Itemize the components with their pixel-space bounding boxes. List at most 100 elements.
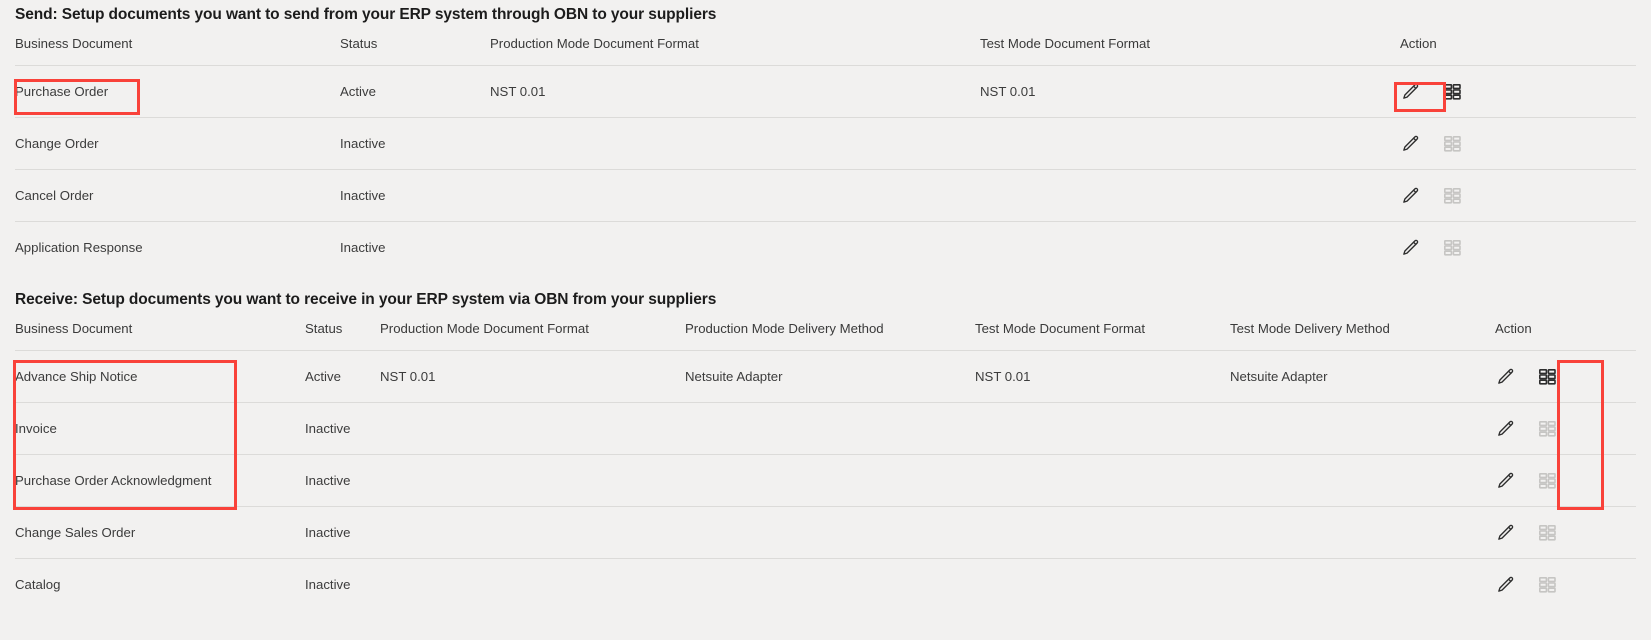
grid-icon: [1442, 134, 1462, 154]
action-buttons: [1495, 367, 1636, 387]
receive-cell-action: [1495, 454, 1636, 507]
send-header-row: Business Document Status Production Mode…: [15, 36, 1636, 66]
send-col-status: Status: [340, 36, 490, 66]
receive-cell-test-mode-delivery-method: [1230, 454, 1495, 507]
receive-header-row: Business Document Status Production Mode…: [15, 321, 1636, 351]
grid-icon: [1442, 238, 1462, 258]
receive-cell-status: Active: [305, 350, 380, 403]
receive-cell-test-mode-delivery-method: [1230, 506, 1495, 559]
pencil-icon[interactable]: [1495, 575, 1515, 595]
receive-cell-action: [1495, 559, 1636, 611]
send-col-action: Action: [1400, 36, 1636, 66]
action-buttons: [1495, 419, 1636, 439]
receive-cell-production-mode-document-format: [380, 559, 685, 611]
send-col-business-document: Business Document: [15, 36, 340, 66]
send-cell-test-mode-document-format: [980, 117, 1400, 170]
send-col-test-mode-document-format: Test Mode Document Format: [980, 36, 1400, 66]
receive-cell-test-mode-delivery-method: [1230, 559, 1495, 611]
receive-cell-business-document: Invoice: [15, 402, 305, 455]
grid-icon: [1537, 471, 1557, 491]
send-cell-test-mode-document-format: [980, 222, 1400, 274]
pencil-icon[interactable]: [1400, 82, 1420, 102]
action-buttons: [1400, 134, 1636, 154]
grid-icon: [1442, 186, 1462, 206]
receive-cell-action: [1495, 506, 1636, 559]
grid-icon[interactable]: [1442, 82, 1462, 102]
send-col-production-mode-document-format: Production Mode Document Format: [490, 36, 980, 66]
receive-cell-production-mode-delivery-method: [685, 506, 975, 559]
action-buttons: [1400, 186, 1636, 206]
receive-cell-test-mode-document-format: [975, 454, 1230, 507]
receive-cell-production-mode-document-format: [380, 506, 685, 559]
send-cell-production-mode-document-format: [490, 222, 980, 274]
receive-cell-production-mode-delivery-method: [685, 454, 975, 507]
receive-cell-status: Inactive: [305, 454, 380, 507]
grid-icon: [1537, 419, 1557, 439]
receive-cell-status: Inactive: [305, 577, 351, 592]
table-row: Purchase Order Active NST 0.01 NST 0.01: [15, 65, 1636, 118]
receive-col-production-mode-delivery-method: Production Mode Delivery Method: [685, 321, 975, 351]
receive-col-status: Status: [305, 321, 380, 351]
receive-cell-test-mode-document-format: [975, 506, 1230, 559]
send-cell-business-document: Application Response: [15, 240, 143, 255]
send-cell-production-mode-document-format: [490, 117, 980, 170]
send-cell-business-document: Change Order: [15, 117, 340, 170]
send-cell-business-document: Purchase Order: [15, 65, 340, 118]
send-cell-action: [1400, 117, 1636, 170]
document-setup-page: Send: Setup documents you want to send f…: [0, 0, 1651, 640]
send-cell-action: [1400, 65, 1636, 118]
send-cell-test-mode-document-format: [980, 169, 1400, 222]
send-cell-production-mode-document-format: [490, 169, 980, 222]
receive-col-production-mode-document-format: Production Mode Document Format: [380, 321, 685, 351]
action-buttons: [1495, 471, 1636, 491]
pencil-icon[interactable]: [1495, 419, 1515, 439]
receive-cell-test-mode-delivery-method: [1230, 402, 1495, 455]
receive-cell-production-mode-delivery-method: [685, 559, 975, 611]
table-row: Invoice Inactive: [15, 402, 1636, 455]
send-cell-action: [1400, 222, 1636, 274]
receive-cell-production-mode-document-format: [380, 454, 685, 507]
pencil-icon[interactable]: [1400, 134, 1420, 154]
send-cell-production-mode-document-format: NST 0.01: [490, 65, 980, 118]
send-cell-status: Active: [340, 65, 490, 118]
send-cell-test-mode-document-format: NST 0.01: [980, 65, 1400, 118]
receive-cell-test-mode-document-format: NST 0.01: [975, 350, 1230, 403]
action-buttons: [1400, 82, 1636, 102]
receive-cell-action: [1495, 350, 1636, 403]
grid-icon[interactable]: [1537, 367, 1557, 387]
action-buttons: [1400, 238, 1636, 258]
grid-icon: [1537, 523, 1557, 543]
send-section-title: Send: Setup documents you want to send f…: [15, 6, 717, 23]
receive-cell-test-mode-document-format: [975, 559, 1230, 611]
receive-cell-status: Inactive: [305, 402, 380, 455]
send-documents-table: Business Document Status Production Mode…: [15, 36, 1636, 273]
action-buttons: [1495, 575, 1636, 595]
grid-icon: [1537, 575, 1557, 595]
send-cell-business-document: Cancel Order: [15, 169, 340, 222]
receive-cell-production-mode-delivery-method: Netsuite Adapter: [685, 350, 975, 403]
pencil-icon[interactable]: [1400, 238, 1420, 258]
receive-table-body: Advance Ship Notice Active NST 0.01 Netsuit…: [15, 350, 1636, 611]
receive-cell-production-mode-document-format: NST 0.01: [380, 350, 685, 403]
receive-documents-table: Business Document Status Production Mode…: [15, 321, 1636, 610]
receive-col-action: Action: [1495, 321, 1636, 351]
send-cell-status: Inactive: [340, 240, 386, 255]
table-row: Purchase Order Acknowledgment Inactive: [15, 454, 1636, 507]
pencil-icon[interactable]: [1495, 523, 1515, 543]
table-row: Cancel Order Inactive: [15, 169, 1636, 222]
receive-cell-test-mode-document-format: [975, 402, 1230, 455]
pencil-icon[interactable]: [1400, 186, 1420, 206]
table-row: Change Sales Order Inactive: [15, 506, 1636, 559]
table-row: Application Response Inactive: [15, 222, 1636, 274]
receive-cell-business-document: Purchase Order Acknowledgment: [15, 454, 305, 507]
send-table-header: Business Document Status Production Mode…: [15, 36, 1636, 66]
receive-cell-production-mode-delivery-method: [685, 402, 975, 455]
pencil-icon[interactable]: [1495, 471, 1515, 491]
receive-section-title: Receive: Setup documents you want to rec…: [15, 291, 717, 308]
pencil-icon[interactable]: [1495, 367, 1515, 387]
send-cell-action: [1400, 169, 1636, 222]
table-row: Catalog Inactive: [15, 559, 1636, 611]
send-cell-status: Inactive: [340, 169, 490, 222]
receive-col-business-document: Business Document: [15, 321, 305, 351]
receive-table-header: Business Document Status Production Mode…: [15, 321, 1636, 351]
